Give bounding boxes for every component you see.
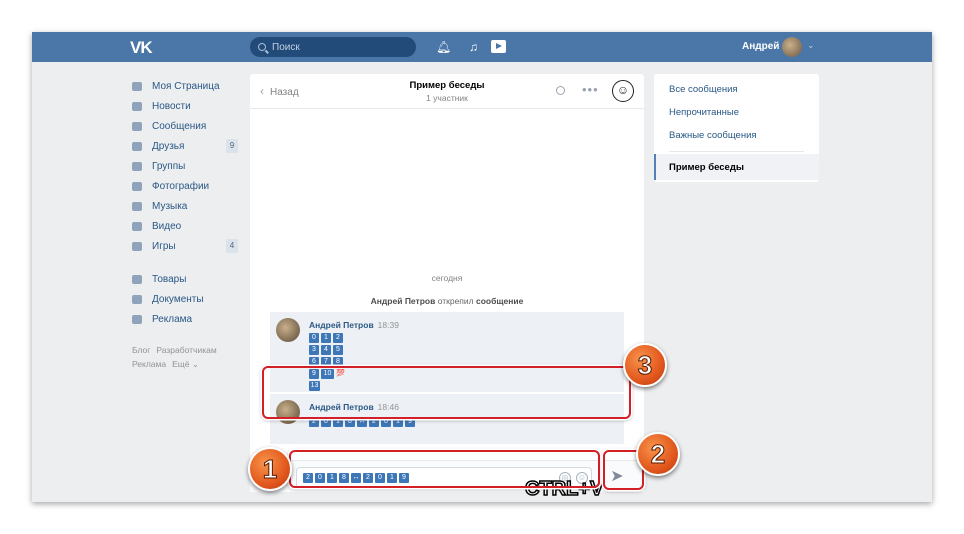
sidebar-item-label: Друзья — [152, 140, 185, 152]
sidebar-item-label: Музыка — [152, 200, 188, 212]
keycap-emoji: 0 — [309, 333, 319, 343]
service-object[interactable]: сообщение — [476, 296, 523, 306]
more-icon[interactable]: ••• — [582, 82, 599, 97]
sidebar-item-groups[interactable]: Группы — [132, 156, 242, 176]
sidebar-item-music[interactable]: Музыка — [132, 196, 242, 216]
avatar[interactable] — [276, 318, 300, 342]
vk-logo[interactable]: VK — [130, 38, 153, 58]
play-icon[interactable] — [491, 40, 506, 53]
user-name[interactable]: Андрей — [742, 41, 779, 52]
goods-icon — [132, 274, 142, 284]
footer-link-dev[interactable]: Разработчикам — [156, 345, 216, 355]
sidebar-divider — [132, 256, 242, 269]
sidebar-item-label: Реклама — [152, 313, 193, 325]
keycap-emoji: 4 — [321, 345, 331, 355]
footer-link-more[interactable]: Ещё ⌄ — [172, 359, 199, 369]
footer-link-ads[interactable]: Реклама — [132, 359, 166, 369]
documents-icon — [132, 294, 142, 304]
avatar[interactable] — [782, 37, 802, 57]
nav-active-chat[interactable]: Пример беседы — [654, 154, 819, 180]
home-icon — [132, 81, 142, 91]
keycap-emoji: 2 — [333, 333, 343, 343]
left-sidebar: Моя Страница Новости Сообщения Друзья 9 Г… — [132, 76, 242, 371]
friends-icon — [132, 141, 142, 151]
news-icon — [132, 101, 142, 111]
step-1-badge: 1 — [248, 447, 292, 491]
sidebar-item-friends[interactable]: Друзья 9 — [132, 136, 242, 156]
search-icon — [258, 43, 266, 51]
ads-icon — [132, 314, 142, 324]
music-note-icon[interactable]: ♫ — [469, 40, 478, 54]
sidebar-item-label: Фотографии — [152, 180, 210, 192]
sidebar-item-ads[interactable]: Реклама — [132, 309, 242, 329]
search-input[interactable] — [272, 41, 402, 53]
groups-icon — [132, 161, 142, 171]
keycap-emoji: 5 — [333, 345, 343, 355]
sidebar-item-photos[interactable]: Фотографии — [132, 176, 242, 196]
emoji-line: 345 — [309, 345, 343, 355]
vk-window: VK 🔔︎ ♫ Андрей ⌄ Моя Страница Новости Со… — [32, 32, 932, 502]
divider — [669, 151, 804, 152]
highlight-message — [262, 366, 631, 419]
sidebar-item-label: Сообщения — [152, 120, 207, 132]
messages-icon — [132, 121, 142, 131]
emoji-line: 012 — [309, 333, 343, 343]
right-nav: Все сообщения Непрочитанные Важные сообщ… — [654, 74, 819, 182]
nav-active-label: Пример беседы — [669, 162, 744, 173]
sidebar-item-label: Видео — [152, 220, 182, 232]
top-bar: VK 🔔︎ ♫ Андрей ⌄ — [32, 32, 932, 62]
sidebar-item-label: Документы — [152, 293, 204, 305]
chat-avatar[interactable]: ☺ — [612, 80, 634, 102]
sidebar-item-news[interactable]: Новости — [132, 96, 242, 116]
highlight-input — [289, 450, 600, 488]
service-message: Андрей Петров открепил сообщение — [250, 296, 644, 306]
music-icon — [132, 201, 142, 211]
sidebar-item-label: Игры — [152, 240, 176, 252]
nav-unread[interactable]: Непрочитанные — [669, 107, 739, 118]
games-icon — [132, 241, 142, 251]
keycap-emoji: 3 — [309, 345, 319, 355]
step-2-badge: 2 — [636, 432, 680, 476]
sidebar-item-goods[interactable]: Товары — [132, 269, 242, 289]
search-icon[interactable] — [556, 86, 565, 95]
video-icon — [132, 221, 142, 231]
footer-link-blog[interactable]: Блог — [132, 345, 150, 355]
chat-panel: ‹ Назад Пример беседы 1 участник ••• ☺ се… — [250, 74, 644, 501]
nav-important[interactable]: Важные сообщения — [669, 130, 757, 141]
search-box[interactable] — [250, 37, 416, 57]
author-name[interactable]: Андрей Петров — [309, 320, 374, 330]
bell-icon[interactable]: 🔔︎ — [436, 40, 451, 54]
sidebar-item-label: Товары — [152, 273, 187, 285]
sidebar-item-documents[interactable]: Документы — [132, 289, 242, 309]
date-separator: сегодня — [431, 273, 463, 283]
sidebar-item-my-page[interactable]: Моя Страница — [132, 76, 242, 96]
sidebar-item-messages[interactable]: Сообщения — [132, 116, 242, 136]
sidebar-item-label: Моя Страница — [152, 80, 220, 92]
chat-header: ‹ Назад Пример беседы 1 участник ••• ☺ — [250, 74, 644, 109]
service-author[interactable]: Андрей Петров — [371, 296, 436, 306]
keycap-emoji: 1 — [321, 333, 331, 343]
chevron-down-icon[interactable]: ⌄ — [807, 40, 815, 51]
friends-badge: 9 — [226, 139, 238, 153]
service-action: открепил — [437, 296, 474, 306]
footer-links: Блог Разработчикам Реклама Ещё ⌄ — [132, 343, 242, 371]
message-author: Андрей Петров 18:39 — [309, 320, 399, 330]
sidebar-item-video[interactable]: Видео — [132, 216, 242, 236]
sidebar-item-label: Группы — [152, 160, 186, 172]
sidebar-item-label: Новости — [152, 100, 191, 112]
nav-all-messages[interactable]: Все сообщения — [669, 84, 738, 95]
games-badge: 4 — [226, 239, 238, 253]
message-time: 18:39 — [377, 320, 399, 330]
step-3-badge: 3 — [623, 343, 667, 387]
photos-icon — [132, 181, 142, 191]
sidebar-item-games[interactable]: Игры 4 — [132, 236, 242, 256]
